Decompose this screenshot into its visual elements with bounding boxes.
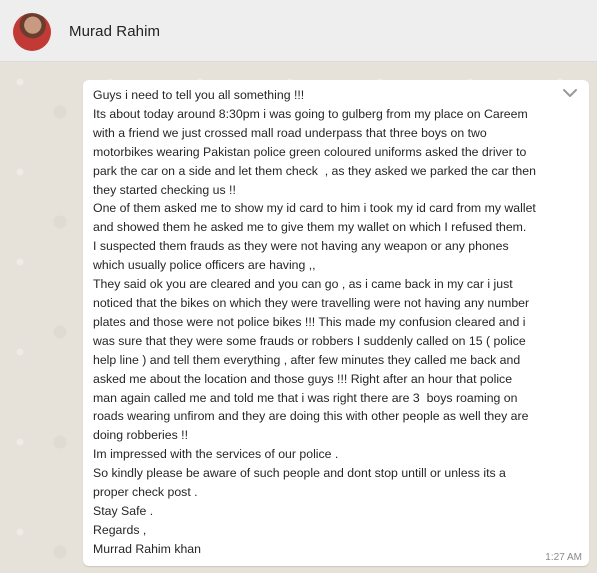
- message-line: doing robberies !!: [93, 428, 189, 443]
- message-line: park the car on a side and let them chec…: [93, 163, 536, 178]
- message-line: I suspected them frauds as they were not…: [93, 239, 509, 254]
- message-line: asked me about the location and those gu…: [93, 371, 513, 386]
- message-line: with a friend we just crossed mall road …: [93, 125, 487, 140]
- message-line: One of them asked me to show my id card …: [93, 201, 536, 216]
- message-text: Guys i need to tell you all something !!…: [93, 86, 581, 559]
- message-line: was sure that they were some frauds or r…: [93, 333, 526, 348]
- message-line: Guys i need to tell you all something !!…: [93, 88, 305, 102]
- message-line: Its about today around 8:30pm i was goin…: [93, 106, 528, 121]
- message-line: Im impressed with the services of our po…: [93, 447, 339, 462]
- message-timestamp: 1:27 AM: [545, 552, 582, 563]
- message-line: roads wearing unfirom and they are doing…: [93, 409, 529, 424]
- message-line: which usually police officers are having…: [93, 258, 316, 273]
- message-line: plates and those were not police bikes !…: [93, 314, 526, 329]
- message-line: So kindly please be aware of such people…: [93, 466, 506, 481]
- message-line: man again called me and told me that i w…: [93, 390, 518, 405]
- message-bubble[interactable]: Guys i need to tell you all something !!…: [83, 80, 589, 566]
- message-line: Regards ,: [93, 522, 147, 537]
- message-line: and showed them he asked me to give them…: [93, 220, 527, 235]
- message-line: proper check post .: [93, 485, 198, 500]
- avatar[interactable]: [13, 13, 51, 51]
- contact-name[interactable]: Murad Rahim: [69, 23, 160, 40]
- message-line: noticed that the bikes on which they wer…: [93, 295, 530, 310]
- message-line: Murrad Rahim khan: [93, 541, 201, 556]
- message-line: help line ) and tell them everything , a…: [93, 352, 521, 367]
- message-line: motorbikes wearing Pakistan police green…: [93, 144, 527, 159]
- chat-header: Murad Rahim: [0, 0, 597, 62]
- message-line: Stay Safe .: [93, 503, 154, 518]
- message-line: they started checking us !!: [93, 182, 236, 197]
- message-line: They said ok you are cleared and you can…: [93, 277, 513, 292]
- chat-area: Guys i need to tell you all something !!…: [0, 62, 597, 573]
